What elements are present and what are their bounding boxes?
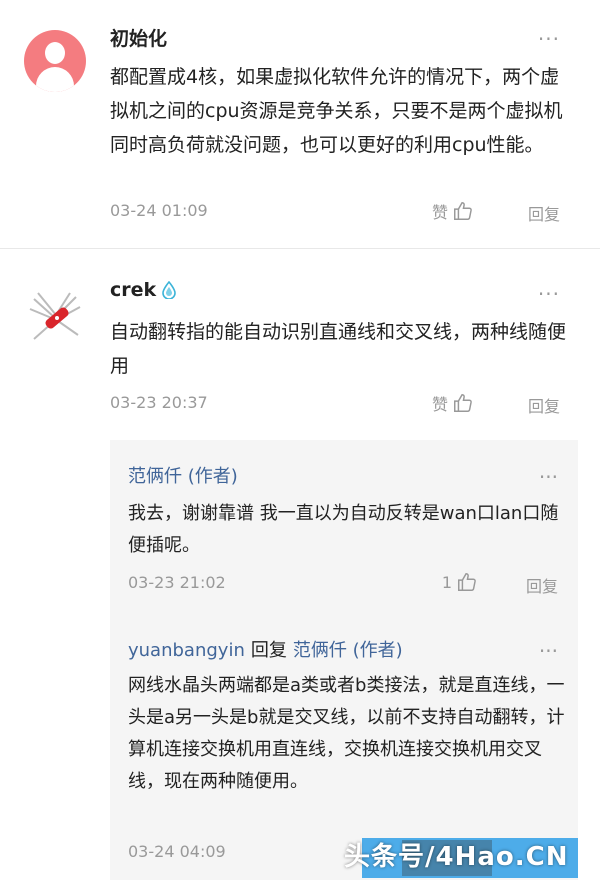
like-button[interactable]: 1 [442, 571, 478, 593]
reply-author[interactable]: 范俩仟 (作者) [128, 462, 238, 488]
reply-time: 03-24 04:09 [128, 842, 226, 861]
comment-author[interactable]: crek [110, 279, 176, 301]
reply-text: 网线水晶头两端都是a类或者b类接法，就是直连线，一头是a另一头是b就是交叉线，以… [128, 675, 565, 792]
thumbs-up-icon [454, 394, 472, 412]
more-options-icon[interactable]: ··· [538, 29, 560, 49]
more-options-icon[interactable]: ··· [539, 641, 558, 661]
reply-author[interactable]: yuanbangyin [128, 640, 245, 661]
reply-text: 我去，谢谢靠谱 我一直以为自动反转是wan口lan口随便插呢。 [128, 503, 559, 556]
more-options-icon[interactable]: ··· [538, 284, 560, 304]
comment-text: 都配置成4核，如果虚拟化软件允许的情况下，两个虚拟机之间的cpu资源是竞争关系，… [110, 66, 563, 156]
like-button[interactable]: 赞 [432, 391, 474, 415]
water-drop-icon [162, 281, 176, 299]
reply-word: 回复 [250, 640, 287, 661]
like-count: 1 [441, 572, 452, 592]
reply-thread: 范俩仟 (作者) ··· 我去，谢谢靠谱 我一直以为自动反转是wan口lan口随… [110, 440, 578, 880]
like-label: 赞 [432, 395, 449, 414]
like-button[interactable]: 赞 [432, 199, 474, 223]
reply-author-line: yuanbangyin 回复 范俩仟 (作者) [128, 636, 403, 662]
reply-target[interactable]: 范俩仟 (作者) [293, 640, 403, 661]
avatar[interactable] [24, 30, 86, 92]
comment-item: 初始化 ··· 都配置成4核，如果虚拟化软件允许的情况下，两个虚拟机之间的cpu… [0, 0, 600, 248]
comment-item: crek ··· 自动翻转指的能自动识别直通线和交叉线，两种线随便用 03-23… [0, 249, 600, 439]
thumbs-up-icon [458, 573, 476, 591]
like-label: 赞 [432, 203, 449, 222]
more-options-icon[interactable]: ··· [539, 467, 558, 487]
watermark-text: 头条号/4Hao.CN [344, 842, 569, 872]
reply-button[interactable]: 回复 [528, 393, 560, 417]
reply-time: 03-23 21:02 [128, 573, 226, 592]
reply-button[interactable]: 回复 [526, 573, 558, 597]
thumbs-up-icon [454, 202, 472, 220]
reply-button[interactable]: 回复 [528, 201, 560, 225]
comment-author[interactable]: 初始化 [110, 24, 167, 51]
author-name: crek [110, 279, 157, 301]
comment-time: 03-23 20:37 [110, 393, 208, 412]
pocket-knife-icon [29, 292, 81, 340]
avatar[interactable] [24, 287, 86, 349]
comment-time: 03-24 01:09 [110, 201, 208, 220]
comment-text: 自动翻转指的能自动识别直通线和交叉线，两种线随便用 [110, 321, 567, 377]
